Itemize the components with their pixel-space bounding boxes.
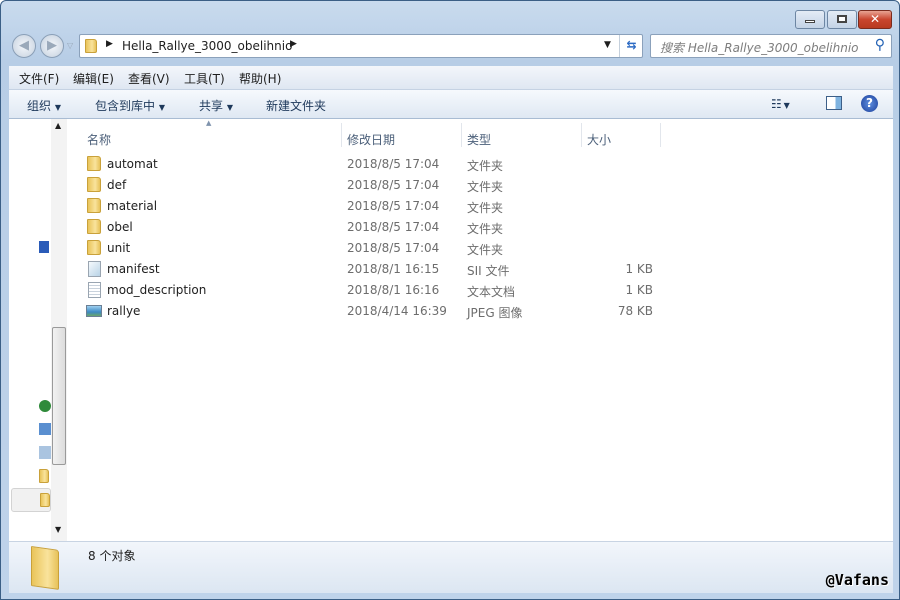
menu-file[interactable]: 文件(F) xyxy=(19,70,59,87)
file-row[interactable]: def 2018/8/5 17:04 文件夹 xyxy=(73,175,663,196)
file-type: 文件夹 xyxy=(467,243,504,257)
file-size: 78 KB xyxy=(617,304,653,318)
share-button[interactable]: 共享 ▼ xyxy=(199,97,233,114)
column-header: ▲ 名称 修改日期 类型 大小 xyxy=(73,119,893,148)
column-name[interactable]: 名称 xyxy=(87,131,111,148)
file-name[interactable]: manifest xyxy=(107,262,160,276)
control-panel-icon[interactable] xyxy=(39,423,51,435)
file-row[interactable]: automat 2018/8/5 17:04 文件夹 xyxy=(73,154,663,175)
view-options-icon[interactable]: ☷ ▼ xyxy=(771,97,790,111)
folder-icon xyxy=(87,198,101,213)
menu-help[interactable]: 帮助(H) xyxy=(239,70,281,87)
explorer-window: ✕ ◀ ▶ ▽ ▶ Hella_Rallye_3000_obelihnio ▶ … xyxy=(0,0,900,600)
back-button[interactable]: ◀ xyxy=(12,34,36,58)
file-type: SII 文件 xyxy=(467,264,510,278)
computer-icon[interactable] xyxy=(39,241,49,253)
folder-icon xyxy=(87,156,101,171)
chevron-right-icon[interactable]: ▶ xyxy=(106,39,113,49)
preview-pane-icon[interactable] xyxy=(826,96,842,110)
menu-tools[interactable]: 工具(T) xyxy=(184,70,225,87)
chevron-right-icon[interactable]: ▶ xyxy=(290,39,297,49)
search-input[interactable]: 搜索 Hella_Rallye_3000_obelihnio ⚲ xyxy=(650,34,892,58)
close-button[interactable]: ✕ xyxy=(858,10,892,29)
file-date: 2018/8/1 16:16 xyxy=(347,283,440,297)
file-date: 2018/8/5 17:04 xyxy=(347,157,440,171)
menu-bar: 文件(F) 编辑(E) 查看(V) 工具(T) 帮助(H) xyxy=(9,66,893,90)
folder-icon xyxy=(87,219,101,234)
menu-view[interactable]: 查看(V) xyxy=(128,70,170,87)
folder-icon xyxy=(87,240,101,255)
scroll-up-icon[interactable]: ▲ xyxy=(55,121,61,130)
recent-dropdown-icon[interactable]: ▽ xyxy=(67,41,73,50)
folder-icon xyxy=(87,177,101,192)
file-name[interactable]: obel xyxy=(107,220,133,234)
address-bar[interactable]: ▶ Hella_Rallye_3000_obelihnio ▶ ▼ ⇆ xyxy=(79,34,643,58)
column-size[interactable]: 大小 xyxy=(587,131,611,148)
forward-button[interactable]: ▶ xyxy=(40,34,64,58)
file-date: 2018/8/5 17:04 xyxy=(347,178,440,192)
file-name[interactable]: def xyxy=(107,178,126,192)
watermark: @Vafans xyxy=(825,571,889,589)
command-bar: 组织 ▼ 包含到库中 ▼ 共享 ▼ 新建文件夹 ☷ ▼ ? xyxy=(9,90,893,119)
arrow-right-icon: ▶ xyxy=(47,38,57,53)
file-name[interactable]: rallye xyxy=(107,304,140,318)
scroll-down-icon[interactable]: ▼ xyxy=(55,525,61,534)
organize-label: 组织 xyxy=(27,99,52,113)
nav-item-selected[interactable] xyxy=(11,488,51,512)
refresh-icon[interactable]: ⇆ xyxy=(619,35,643,57)
maximize-button[interactable] xyxy=(827,10,857,29)
file-name[interactable]: mod_description xyxy=(107,283,206,297)
folder-large-icon xyxy=(31,546,59,590)
file-size: 1 KB xyxy=(625,283,653,297)
text-icon xyxy=(88,282,101,298)
minimize-button[interactable] xyxy=(795,10,825,29)
file-row[interactable]: manifest 2018/8/1 16:15 SII 文件 1 KB xyxy=(73,259,663,280)
address-dropdown-icon[interactable]: ▼ xyxy=(604,40,611,50)
column-type[interactable]: 类型 xyxy=(467,131,491,148)
file-name[interactable]: automat xyxy=(107,157,158,171)
file-date: 2018/8/5 17:04 xyxy=(347,220,440,234)
share-label: 共享 xyxy=(199,99,224,113)
organize-button[interactable]: 组织 ▼ xyxy=(27,97,61,114)
include-library-label: 包含到库中 xyxy=(95,99,156,113)
file-row[interactable]: material 2018/8/5 17:04 文件夹 xyxy=(73,196,663,217)
file-date: 2018/8/5 17:04 xyxy=(347,241,440,255)
file-type: 文件夹 xyxy=(467,159,504,173)
file-name[interactable]: material xyxy=(107,199,157,213)
help-icon[interactable]: ? xyxy=(861,95,878,112)
breadcrumb-folder[interactable]: Hella_Rallye_3000_obelihnio xyxy=(122,39,292,53)
file-type: JPEG 图像 xyxy=(467,306,523,320)
file-type: 文件夹 xyxy=(467,201,504,215)
file-date: 2018/8/1 16:15 xyxy=(347,262,440,276)
scrollbar-thumb[interactable] xyxy=(52,327,66,465)
file-icon xyxy=(88,261,101,277)
item-count: 8 个对象 xyxy=(88,549,136,563)
include-library-button[interactable]: 包含到库中 ▼ xyxy=(95,97,165,114)
file-row[interactable]: obel 2018/8/5 17:04 文件夹 xyxy=(73,217,663,238)
folder-icon xyxy=(85,39,97,53)
new-folder-button[interactable]: 新建文件夹 xyxy=(266,97,326,114)
search-icon[interactable]: ⚲ xyxy=(875,37,885,53)
file-type: 文本文档 xyxy=(467,285,516,299)
file-row[interactable]: unit 2018/8/5 17:04 文件夹 xyxy=(73,238,663,259)
folder-icon[interactable] xyxy=(39,469,49,483)
search-placeholder: 搜索 Hella_Rallye_3000_obelihnio xyxy=(660,41,859,55)
recycle-bin-icon[interactable] xyxy=(39,446,51,459)
menu-edit[interactable]: 编辑(E) xyxy=(73,70,114,87)
network-icon[interactable] xyxy=(39,400,51,412)
file-row[interactable]: mod_description 2018/8/1 16:16 文本文档 1 KB xyxy=(73,280,663,301)
image-icon xyxy=(86,305,102,317)
column-date[interactable]: 修改日期 xyxy=(347,131,395,148)
file-date: 2018/4/14 16:39 xyxy=(347,304,447,318)
file-row[interactable]: rallye 2018/4/14 16:39 JPEG 图像 78 KB xyxy=(73,301,663,322)
file-type: 文件夹 xyxy=(467,222,504,236)
file-size: 1 KB xyxy=(625,262,653,276)
file-name[interactable]: unit xyxy=(107,241,130,255)
status-bar: 8 个对象 xyxy=(9,541,893,593)
arrow-left-icon: ◀ xyxy=(19,38,29,53)
file-date: 2018/8/5 17:04 xyxy=(347,199,440,213)
sort-ascending-icon: ▲ xyxy=(206,119,212,127)
navigation-pane: ▲ ▼ xyxy=(9,119,67,541)
file-type: 文件夹 xyxy=(467,180,504,194)
